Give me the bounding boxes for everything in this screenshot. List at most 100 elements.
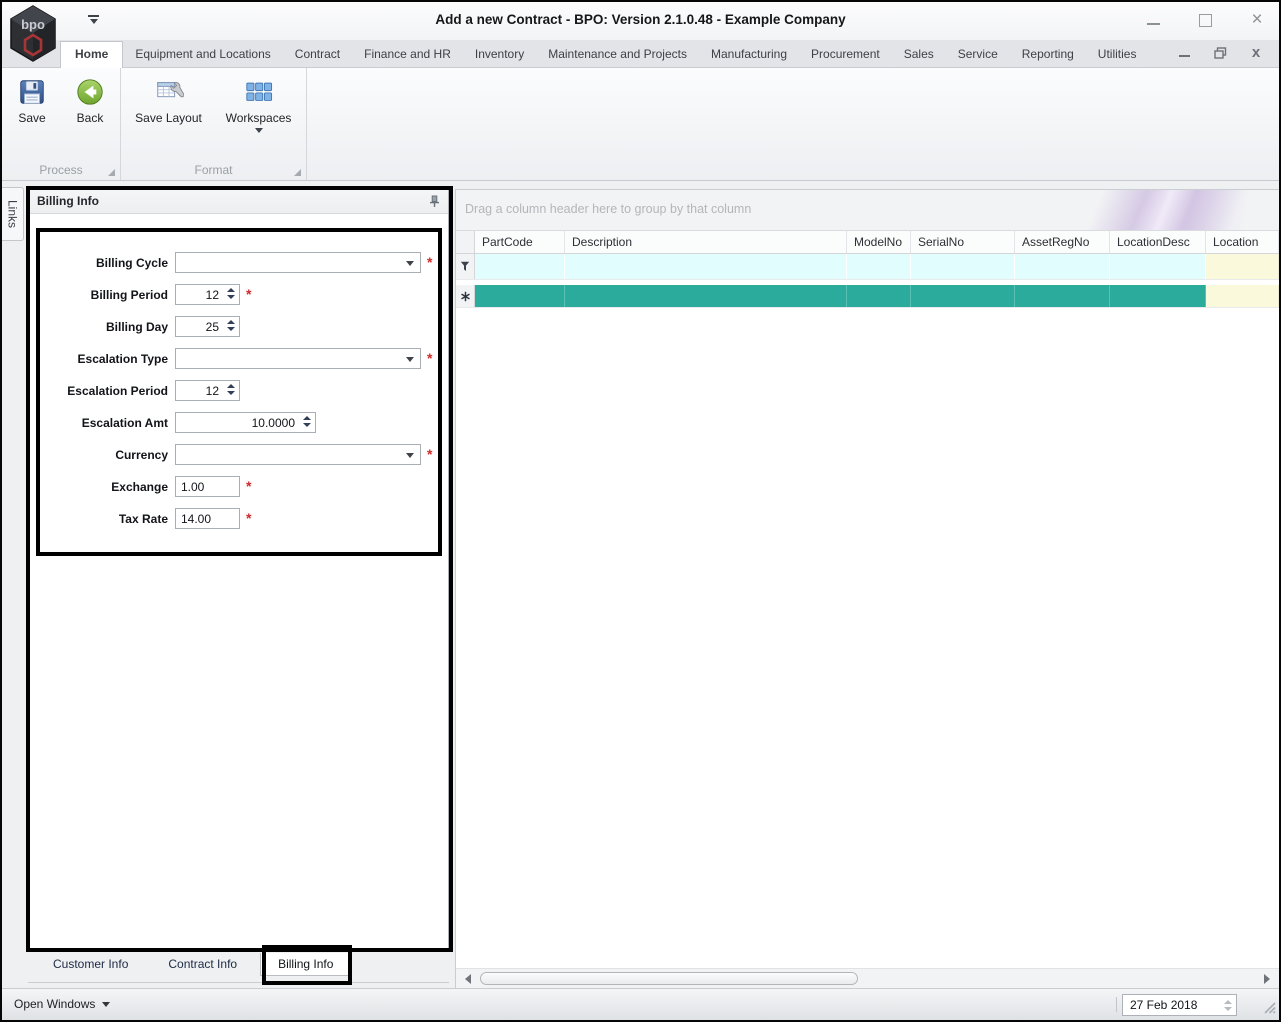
escalation-period-label: Escalation Period xyxy=(67,383,168,398)
billing-cycle-dropdown[interactable] xyxy=(175,252,421,273)
tab-contract-info[interactable]: Contract Info xyxy=(151,953,254,975)
escalation-period-spinner[interactable]: 12 xyxy=(175,380,240,401)
filter-cell-location[interactable] xyxy=(1206,254,1279,279)
workspaces-button-label: Workspaces xyxy=(225,111,292,125)
currency-dropdown[interactable] xyxy=(175,444,421,465)
group-by-hint: Drag a column header here to group by th… xyxy=(465,202,752,216)
new-row-cell-serialno[interactable] xyxy=(911,285,1015,307)
billing-period-spinner[interactable]: 12 xyxy=(175,284,240,305)
new-row-cell-partcode[interactable] xyxy=(475,285,565,307)
billing-day-spinner[interactable]: 25 xyxy=(175,316,240,337)
filter-cell-locationdesc[interactable] xyxy=(1110,254,1206,279)
billing-period-label: Billing Period xyxy=(90,287,168,302)
spinner-up-icon[interactable] xyxy=(227,320,235,324)
filter-cell-modelno[interactable] xyxy=(847,254,911,279)
billing-form: Billing Cycle * Billing Period 12 * Bill… xyxy=(29,214,448,529)
new-row-cell-location[interactable] xyxy=(1206,285,1279,307)
date-spinner-up-icon[interactable] xyxy=(1224,999,1232,1004)
required-marker: * xyxy=(427,254,433,270)
mdi-restore-button[interactable] xyxy=(1213,46,1227,60)
column-header-location[interactable]: Location xyxy=(1206,231,1279,253)
ribbon-tab-finance-and-hr[interactable]: Finance and HR xyxy=(352,42,463,67)
grid-horizontal-scrollbar[interactable] xyxy=(456,968,1279,988)
spinner-up-icon[interactable] xyxy=(227,384,235,388)
new-row-cell-description[interactable] xyxy=(565,285,847,307)
ribbon-tab-reporting[interactable]: Reporting xyxy=(1010,42,1086,67)
chevron-down-icon[interactable] xyxy=(406,261,414,266)
back-button[interactable]: Back xyxy=(63,75,117,127)
column-header-description[interactable]: Description xyxy=(565,231,847,253)
quick-access-dropdown-icon[interactable] xyxy=(88,15,99,24)
filter-cell-assetregno[interactable] xyxy=(1015,254,1110,279)
ribbon-tab-utilities[interactable]: Utilities xyxy=(1086,42,1149,67)
form-row-billing-day: Billing Day 25 xyxy=(29,316,448,337)
group-dialog-launcher-icon[interactable] xyxy=(294,169,301,176)
spinner-up-icon[interactable] xyxy=(303,416,311,420)
new-row-cell-locationdesc[interactable] xyxy=(1110,285,1206,307)
chevron-down-icon[interactable] xyxy=(406,453,414,458)
pin-button[interactable] xyxy=(429,195,440,208)
window-close-button[interactable]: × xyxy=(1249,10,1265,29)
exchange-input[interactable]: 1.00 xyxy=(175,476,240,497)
save-layout-button[interactable]: Save Layout xyxy=(126,75,212,135)
ribbon-tab-contract[interactable]: Contract xyxy=(283,42,352,67)
spinner-up-icon[interactable] xyxy=(227,288,235,292)
open-windows-button[interactable]: Open Windows xyxy=(14,997,111,1011)
ribbon-group-caption-process: Process xyxy=(39,163,83,177)
spinner-down-icon[interactable] xyxy=(227,295,235,299)
save-layout-button-label: Save Layout xyxy=(135,111,202,125)
filter-cell-partcode[interactable] xyxy=(475,254,565,279)
ribbon-tab-manufacturing[interactable]: Manufacturing xyxy=(699,42,799,67)
escalation-amt-spinner[interactable]: 10.0000 xyxy=(175,412,316,433)
filter-cell-description[interactable] xyxy=(565,254,847,279)
column-header-serialno[interactable]: SerialNo xyxy=(911,231,1015,253)
scrollbar-thumb[interactable] xyxy=(480,972,858,985)
equipment-grid: Drag a column header here to group by th… xyxy=(455,189,1279,988)
ribbon-tab-procurement[interactable]: Procurement xyxy=(799,42,892,67)
form-row-exchange: Exchange 1.00 * xyxy=(29,476,448,497)
scroll-left-icon xyxy=(465,974,471,984)
new-row-cell-assetregno[interactable] xyxy=(1015,285,1110,307)
ribbon-tab-maintenance-and-projects[interactable]: Maintenance and Projects xyxy=(536,42,699,67)
mdi-window-controls: x xyxy=(1177,45,1263,60)
escalation-type-dropdown[interactable] xyxy=(175,348,421,369)
mdi-minimize-button[interactable] xyxy=(1177,46,1191,60)
ribbon-tab-home[interactable]: Home xyxy=(60,41,124,68)
filter-cell-serialno[interactable] xyxy=(911,254,1015,279)
date-editor[interactable]: 27 Feb 2018 xyxy=(1122,994,1237,1016)
spinner-down-icon[interactable] xyxy=(227,327,235,331)
mdi-close-button[interactable]: x xyxy=(1249,45,1263,60)
filter-row-indicator xyxy=(456,254,475,279)
column-header-partcode[interactable]: PartCode xyxy=(475,231,565,253)
ribbon-tab-equipment-and-locations[interactable]: Equipment and Locations xyxy=(123,42,282,67)
scroll-right-button[interactable] xyxy=(1261,973,1273,985)
date-spinner-down-icon[interactable] xyxy=(1224,1006,1232,1011)
tab-customer-info[interactable]: Customer Info xyxy=(36,953,145,975)
new-row-indicator xyxy=(456,285,475,307)
workspaces-button[interactable]: Workspaces xyxy=(216,75,302,135)
window-minimize-button[interactable] xyxy=(1145,12,1161,28)
resize-grip-icon[interactable] xyxy=(1263,1001,1276,1017)
column-header-assetregno[interactable]: AssetRegNo xyxy=(1015,231,1110,253)
app-logo[interactable]: bpo xyxy=(9,5,57,63)
new-row-cell-modelno[interactable] xyxy=(847,285,911,307)
tax-rate-value: 14.00 xyxy=(181,511,212,526)
tab-billing-info[interactable]: Billing Info xyxy=(260,953,352,976)
chevron-down-icon[interactable] xyxy=(406,357,414,362)
group-dialog-launcher-icon[interactable] xyxy=(108,169,115,176)
required-marker: * xyxy=(246,286,252,302)
ribbon-tab-service[interactable]: Service xyxy=(946,42,1010,67)
window-maximize-button[interactable] xyxy=(1197,12,1213,28)
spinner-down-icon[interactable] xyxy=(227,391,235,395)
ribbon-tab-sales[interactable]: Sales xyxy=(892,42,946,67)
grid-group-by-panel[interactable]: Drag a column header here to group by th… xyxy=(456,190,1279,231)
scroll-left-button[interactable] xyxy=(462,973,474,985)
column-header-locationdesc[interactable]: LocationDesc xyxy=(1110,231,1206,253)
save-button[interactable]: Save xyxy=(5,75,59,127)
links-side-tab[interactable]: Links xyxy=(2,187,24,241)
ribbon-tab-inventory[interactable]: Inventory xyxy=(463,42,536,67)
back-button-label: Back xyxy=(76,111,104,125)
tax-rate-input[interactable]: 14.00 xyxy=(175,508,240,529)
column-header-modelno[interactable]: ModelNo xyxy=(847,231,911,253)
spinner-down-icon[interactable] xyxy=(303,423,311,427)
